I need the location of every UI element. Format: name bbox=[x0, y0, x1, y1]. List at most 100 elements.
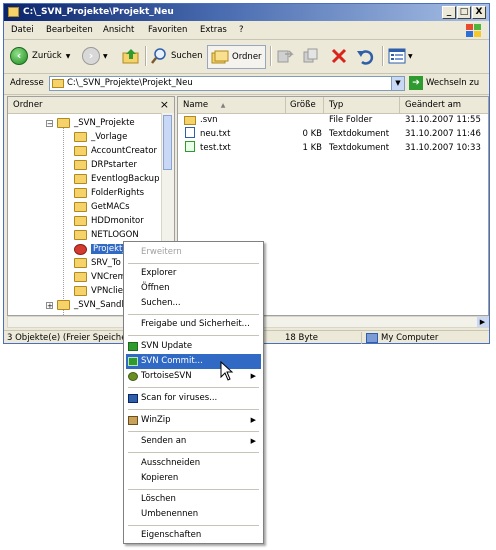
folders-button[interactable]: Ordner bbox=[207, 45, 266, 69]
tree-item-label: VPNclier bbox=[91, 286, 127, 296]
column-header-type[interactable]: Typ bbox=[324, 97, 400, 113]
file-size: 0 KB bbox=[302, 129, 322, 139]
undo-button[interactable] bbox=[356, 45, 374, 67]
search-icon bbox=[151, 48, 166, 64]
file-name: .svn bbox=[200, 115, 218, 125]
menu-bearbeiten[interactable]: Bearbeiten bbox=[46, 25, 93, 35]
menu-item-ausschneiden[interactable]: Ausschneiden bbox=[126, 456, 261, 471]
folders-label: Ordner bbox=[232, 52, 262, 62]
tree-item-label: EventlogBackup bbox=[91, 174, 160, 184]
folder-pane-header: Ordner × bbox=[8, 97, 174, 114]
forward-button[interactable]: › ▼ bbox=[82, 45, 108, 67]
svn-modified-overlay-icon bbox=[74, 243, 87, 255]
tree-item[interactable]: SRV_To bbox=[74, 256, 121, 270]
title-bar[interactable]: C:\_SVN_Projekte\Projekt_Neu _ □ X bbox=[4, 4, 489, 21]
tree-item[interactable]: HDDmonitor bbox=[74, 214, 144, 228]
submenu-arrow-icon: ▶ bbox=[250, 437, 256, 445]
collapse-expander[interactable]: − bbox=[46, 120, 53, 128]
scrollbar-thumb[interactable] bbox=[163, 115, 172, 170]
menu-bar: Datei Bearbeiten Ansicht Favoriten Extra… bbox=[4, 22, 489, 40]
move-to-button[interactable] bbox=[276, 45, 294, 67]
delete-button[interactable] bbox=[330, 45, 348, 67]
address-bar: Adresse C:\_SVN_Projekte\Projekt_Neu ▼ ➔… bbox=[4, 74, 489, 95]
go-button[interactable]: ➔ Wechseln zu bbox=[409, 76, 479, 90]
menu-item-loeschen[interactable]: Löschen bbox=[126, 492, 261, 507]
table-row[interactable]: .svn File Folder 31.10.2007 11:55 bbox=[178, 113, 488, 127]
forward-arrow-icon: › bbox=[82, 47, 100, 65]
search-button[interactable]: Suchen bbox=[150, 45, 202, 67]
tree-item[interactable]: AccountCreator bbox=[74, 144, 157, 158]
back-label: Zurück bbox=[32, 51, 62, 61]
menu-item-svn-commit[interactable]: SVN Commit... bbox=[126, 354, 261, 369]
back-arrow-icon: ‹ bbox=[10, 47, 28, 65]
table-row[interactable]: neu.txt 0 KB Textdokument 31.10.2007 11:… bbox=[178, 127, 488, 141]
menu-datei[interactable]: Datei bbox=[11, 25, 34, 35]
menu-ansicht[interactable]: Ansicht bbox=[103, 25, 134, 35]
menu-extras[interactable]: Extras bbox=[200, 25, 227, 35]
tree-item-label: _SVN_Sandl bbox=[74, 300, 124, 310]
column-header-modified[interactable]: Geändert am bbox=[400, 97, 488, 113]
menu-help[interactable]: ? bbox=[239, 25, 244, 35]
undo-icon bbox=[357, 50, 374, 65]
windows-logo-icon bbox=[466, 24, 481, 37]
folder-pane-title: Ordner bbox=[13, 100, 43, 110]
menu-item-suchen[interactable]: Suchen... bbox=[126, 296, 261, 311]
menu-item-freigabe[interactable]: Freigabe und Sicherheit... bbox=[126, 317, 261, 332]
menu-item-oeffnen[interactable]: Öffnen bbox=[126, 281, 261, 296]
column-header-size[interactable]: Größe bbox=[286, 97, 324, 113]
address-dropdown-button[interactable]: ▼ bbox=[391, 77, 404, 90]
table-row[interactable]: test.txt 1 KB Textdokument 31.10.2007 10… bbox=[178, 141, 488, 155]
tree-item-svn-projekte[interactable]: _SVN_Projekte bbox=[57, 116, 135, 130]
tree-item[interactable]: _SVN_Sandl bbox=[57, 298, 124, 312]
menu-separator bbox=[128, 489, 259, 490]
folder-icon bbox=[52, 79, 64, 88]
maximize-button[interactable]: □ bbox=[457, 6, 471, 19]
column-header-name[interactable]: Name ▲ bbox=[178, 97, 286, 113]
go-arrow-icon: ➔ bbox=[409, 76, 423, 90]
back-button[interactable]: ‹ Zurück ▼ bbox=[10, 45, 70, 67]
menu-item-senden-an[interactable]: Senden an ▶ bbox=[126, 434, 261, 449]
menu-item-scan-virus[interactable]: Scan for viruses... bbox=[126, 391, 261, 406]
menu-item-explorer[interactable]: Explorer bbox=[126, 266, 261, 281]
tree-item[interactable]: GetMACs bbox=[74, 200, 130, 214]
svn-commit-icon bbox=[128, 357, 138, 366]
scroll-right-button[interactable]: ▶ bbox=[477, 317, 488, 327]
address-input[interactable]: C:\_SVN_Projekte\Projekt_Neu ▼ bbox=[49, 76, 405, 91]
tree-item-label: FolderRights bbox=[91, 188, 145, 198]
menu-item-tortoisesvn[interactable]: TortoiseSVN ▶ bbox=[126, 369, 261, 384]
context-menu: Erweitern Explorer Öffnen Suchen... Frei… bbox=[123, 241, 264, 544]
mouse-cursor-icon bbox=[220, 361, 234, 381]
menu-item-svn-update[interactable]: SVN Update bbox=[126, 339, 261, 354]
file-size: 1 KB bbox=[302, 143, 322, 153]
up-folder-button[interactable] bbox=[122, 45, 140, 67]
minimize-button[interactable]: _ bbox=[442, 6, 456, 19]
menu-item-eigenschaften[interactable]: Eigenschaften bbox=[126, 528, 261, 543]
menu-favoriten[interactable]: Favoriten bbox=[148, 25, 187, 35]
menu-separator bbox=[128, 452, 259, 453]
menu-item-umbenennen[interactable]: Umbenennen bbox=[126, 507, 261, 522]
submenu-arrow-icon: ▶ bbox=[250, 372, 256, 380]
menu-item-kopieren[interactable]: Kopieren bbox=[126, 471, 261, 486]
tree-item[interactable]: VPNclier bbox=[74, 284, 126, 298]
tree-item[interactable]: NETLOGON bbox=[74, 228, 139, 242]
chevron-down-icon: ▼ bbox=[65, 52, 71, 60]
menu-separator bbox=[128, 409, 259, 410]
tree-item[interactable]: FolderRights bbox=[74, 186, 144, 200]
tree-item[interactable]: DRPstarter bbox=[74, 158, 137, 172]
file-modified: 31.10.2007 10:33 bbox=[405, 143, 481, 153]
views-button[interactable]: ▼ bbox=[388, 45, 413, 67]
folder-pane-close-button[interactable]: × bbox=[160, 98, 169, 111]
tree-item[interactable]: EventlogBackup bbox=[74, 172, 159, 186]
tree-item[interactable]: _Vorlage bbox=[74, 130, 127, 144]
toolbar-separator bbox=[145, 46, 147, 66]
tree-item-label: VNCrem bbox=[91, 272, 126, 282]
folder-icon bbox=[57, 300, 70, 310]
close-button[interactable]: X bbox=[472, 6, 486, 19]
tree-item[interactable]: VNCrem bbox=[74, 270, 126, 284]
expand-expander[interactable]: + bbox=[46, 302, 53, 310]
file-list-header: Name ▲ Größe Typ Geändert am bbox=[178, 97, 488, 114]
copy-to-button[interactable] bbox=[302, 45, 320, 67]
tree-item-label: _SVN_Projekte bbox=[74, 118, 135, 128]
menu-item-winzip[interactable]: WinZip ▶ bbox=[126, 413, 261, 428]
search-label: Suchen bbox=[171, 51, 203, 61]
